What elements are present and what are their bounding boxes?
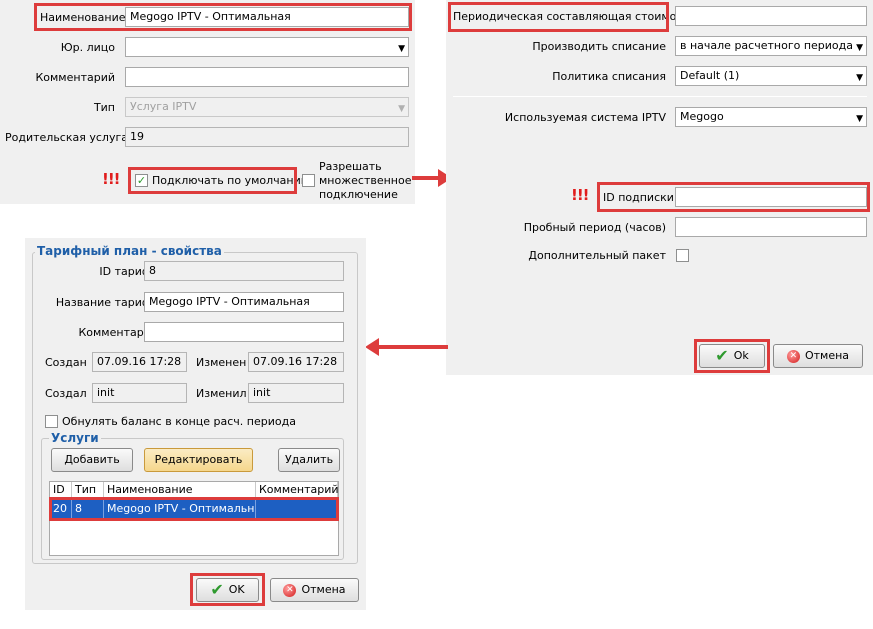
policy-label: Политика списания — [552, 70, 666, 83]
periodic-cost-highlight — [448, 2, 669, 32]
trial-label: Пробный период (часов) — [523, 221, 666, 234]
type-value: Услуга IPTV — [130, 100, 197, 113]
reset-balance-checkbox[interactable] — [45, 415, 58, 428]
charge-value: в начале расчетного периода — [680, 39, 853, 52]
divider — [453, 96, 867, 97]
comment-label: Комментарий — [35, 71, 115, 84]
cancel-button[interactable]: ✕ Отмена — [270, 578, 359, 602]
exclamation-mark: !!! — [102, 170, 121, 188]
allow-multiple-label-2: множественное — [319, 174, 412, 187]
connect-default-highlight — [128, 167, 297, 194]
creator-field: init — [92, 383, 187, 403]
service-form-panel: Наименование Megogo IPTV - Оптимальная Ю… — [0, 0, 415, 204]
cancel-button[interactable]: ✕ Отмена — [773, 344, 863, 368]
allow-multiple-label-1: Разрешать — [319, 160, 382, 173]
extra-package-checkbox[interactable] — [676, 249, 689, 262]
chevron-down-icon: ▼ — [398, 44, 405, 54]
add-service-button[interactable]: Добавить — [51, 448, 133, 472]
cancel-icon: ✕ — [283, 583, 297, 597]
tariff-name-input[interactable]: Megogo IPTV - Оптимальная — [144, 292, 344, 312]
chevron-down-icon: ▼ — [856, 73, 863, 83]
ok-highlight — [190, 573, 265, 606]
charge-label: Производить списание — [532, 40, 666, 53]
legal-entity-select[interactable]: ▼ — [125, 37, 409, 57]
policy-value: Default (1) — [680, 69, 740, 82]
comment-input[interactable] — [125, 67, 409, 87]
modified-field: 07.09.16 17:28 — [248, 352, 344, 372]
tariff-group-title: Тарифный план - свойства — [35, 244, 224, 258]
charge-select[interactable]: в начале расчетного периода ▼ — [675, 36, 867, 56]
parent-service-label: Родительская услуга — [5, 131, 128, 144]
cancel-icon: ✕ — [786, 349, 800, 363]
cost-form-panel: Периодическая составляющая стоимости Про… — [446, 0, 873, 375]
extra-package-label: Дополнительный пакет — [528, 249, 666, 262]
arrow-left-icon — [365, 338, 448, 356]
iptv-system-value: Megogo — [680, 110, 724, 123]
tariff-form-panel: Тарифный план - свойства ID тарифа 8 Наз… — [25, 238, 366, 610]
type-label: Тип — [93, 101, 115, 114]
cancel-label: Отмена — [804, 349, 850, 362]
comments-input[interactable] — [144, 322, 344, 342]
delete-service-button[interactable]: Удалить — [278, 448, 340, 472]
legal-entity-label: Юр. лицо — [60, 41, 115, 54]
type-select: Услуга IPTV ▼ — [125, 97, 409, 117]
modifier-field: init — [248, 383, 344, 403]
subscription-id-highlight — [597, 182, 870, 212]
allow-multiple-label-3: подключение — [319, 188, 398, 201]
iptv-system-label: Используемая система IPTV — [504, 111, 666, 124]
tariff-name-label: Название тарифа — [55, 296, 158, 309]
services-group-title: Услуги — [49, 431, 101, 445]
creator-label: Создал — [45, 387, 87, 400]
cancel-label: Отмена — [301, 583, 346, 596]
exclamation-mark: !!! — [571, 186, 590, 204]
reset-balance-label[interactable]: Обнулять баланс в конце расч. периода — [62, 415, 296, 428]
modified-label: Изменен — [196, 356, 247, 369]
chevron-down-icon: ▼ — [856, 43, 863, 53]
policy-select[interactable]: Default (1) ▼ — [675, 66, 867, 86]
name-highlight — [34, 3, 412, 31]
chevron-down-icon: ▼ — [398, 104, 405, 114]
ok-highlight — [694, 339, 770, 373]
parent-service-field: 19 — [125, 127, 409, 147]
iptv-system-select[interactable]: Megogo ▼ — [675, 107, 867, 127]
modifier-label: Изменил — [196, 387, 247, 400]
created-label: Создан — [45, 356, 87, 369]
allow-multiple-checkbox[interactable] — [302, 174, 315, 187]
created-field: 07.09.16 17:28 — [92, 352, 187, 372]
trial-input[interactable] — [675, 217, 867, 237]
periodic-cost-input[interactable] — [675, 6, 867, 26]
chevron-down-icon: ▼ — [856, 114, 863, 124]
edit-service-button[interactable]: Редактировать — [144, 448, 253, 472]
service-row-highlight — [49, 497, 339, 521]
tariff-id-field: 8 — [144, 261, 344, 281]
